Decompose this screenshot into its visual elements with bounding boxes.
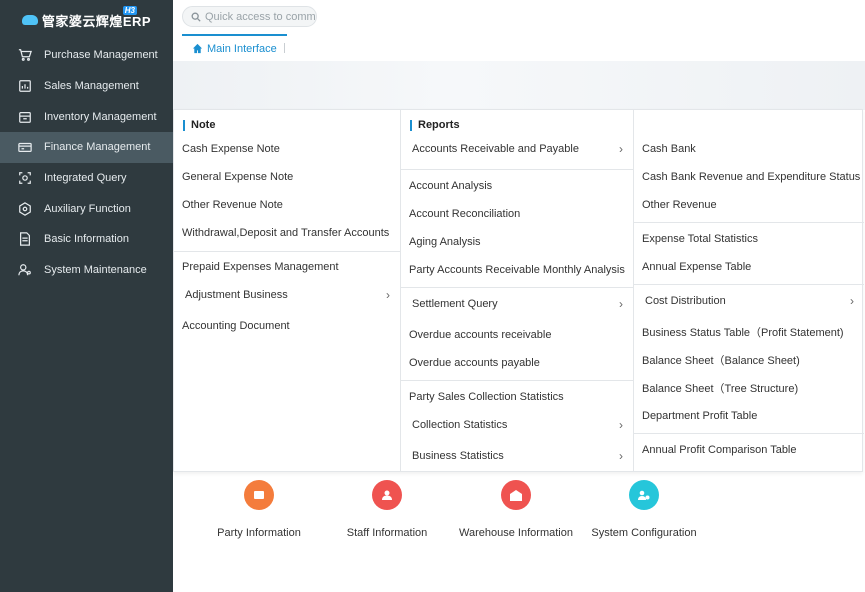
tab-divider: [284, 43, 285, 53]
chevron-right-icon: ›: [619, 418, 623, 432]
menu-item-account-analysis[interactable]: Account Analysis: [409, 176, 623, 196]
party-info-icon: [244, 480, 274, 510]
menu-item-aging-analysis[interactable]: Aging Analysis: [409, 232, 623, 252]
staff-info-icon: [372, 480, 402, 510]
menu-item-prepaid-expenses[interactable]: Prepaid Expenses Management: [182, 257, 390, 277]
menu-column-reports: Reports Accounts Receivable and Payable ›…: [401, 110, 634, 471]
quick-access-label: Warehouse Information: [459, 527, 573, 539]
menu-item-cash-expense-note[interactable]: Cash Expense Note: [182, 139, 390, 159]
menu-item-accounting-document[interactable]: Accounting Document: [182, 316, 390, 336]
chevron-right-icon: ›: [619, 297, 623, 311]
sidebar-item-label: Basic Information: [44, 233, 129, 246]
menu-divider: [401, 169, 633, 170]
search-box[interactable]: [182, 6, 317, 27]
finance-dropdown-menu: Note Cash Expense Note General Expense N…: [173, 109, 864, 472]
quick-access-warehouse-information[interactable]: Warehouse Information: [456, 480, 576, 539]
menu-item-account-reconciliation[interactable]: Account Reconciliation: [409, 204, 623, 224]
sidebar-item-auxiliary[interactable]: Auxiliary Function: [0, 193, 173, 224]
tab-bar: Main Interface: [173, 34, 865, 61]
menu-item-business-status-table[interactable]: Business Status Table（Profit Statement): [642, 322, 854, 342]
menu-column-note: Note Cash Expense Note General Expense N…: [174, 110, 401, 471]
menu-item-cash-bank[interactable]: Cash Bank: [642, 139, 854, 159]
quick-access-label: Staff Information: [346, 527, 428, 539]
menu-item-annual-profit-comparison[interactable]: Annual Profit Comparison Table: [642, 440, 854, 460]
menu-divider: [634, 433, 864, 434]
menu-item-party-ar-monthly[interactable]: Party Accounts Receivable Monthly Analys…: [409, 260, 625, 280]
menu-item-expense-total-statistics[interactable]: Expense Total Statistics: [642, 229, 854, 249]
sidebar-item-finance[interactable]: Finance Management: [0, 132, 173, 163]
quick-access-party-information[interactable]: Party Information: [199, 480, 319, 539]
logo-badge: H3: [122, 6, 137, 15]
cart-icon: [17, 47, 33, 63]
inventory-box-icon: [17, 109, 33, 125]
sidebar-item-label: Auxiliary Function: [44, 202, 131, 215]
section-header-reports: Reports: [410, 119, 460, 131]
sidebar-item-label: Sales Management: [44, 80, 139, 93]
quick-access-label: System Configuration: [591, 527, 697, 539]
sidebar-item-query[interactable]: Integrated Query: [0, 163, 173, 194]
menu-item-settlement-query[interactable]: Settlement Query ›: [412, 294, 623, 314]
menu-divider: [401, 287, 633, 288]
finance-card-icon: [17, 139, 33, 155]
search-input[interactable]: [205, 10, 315, 23]
menu-divider: [634, 222, 864, 223]
document-icon: [17, 231, 33, 247]
menu-item-party-sales-collection[interactable]: Party Sales Collection Statistics: [409, 387, 623, 407]
menu-item-business-statistics[interactable]: Business Statistics ›: [412, 446, 623, 466]
quick-access-label: Party Information: [217, 527, 301, 539]
menu-item-withdrawal-deposit-transfer[interactable]: Withdrawal,Deposit and Transfer Accounts: [182, 223, 390, 243]
menu-item-overdue-payable[interactable]: Overdue accounts payable: [409, 353, 623, 373]
chevron-right-icon: ›: [386, 288, 390, 302]
warehouse-icon: [501, 480, 531, 510]
sidebar-item-label: Purchase Management: [44, 49, 158, 62]
menu-item-overdue-receivable[interactable]: Overdue accounts receivable: [409, 325, 623, 345]
quick-access-system-configuration[interactable]: System Configuration: [584, 480, 704, 539]
sidebar-item-label: System Maintenance: [44, 264, 147, 277]
menu-item-collection-statistics[interactable]: Collection Statistics ›: [412, 415, 623, 435]
home-icon: [192, 43, 203, 54]
menu-item-balance-sheet[interactable]: Balance Sheet（Balance Sheet): [642, 350, 854, 370]
sidebar-item-label: Finance Management: [44, 141, 151, 154]
menu-divider: [401, 380, 633, 381]
tab-main-interface[interactable]: Main Interface: [182, 34, 287, 61]
menu-item-adjustment-business[interactable]: Adjustment Business ›: [185, 285, 390, 305]
top-bar: [173, 0, 865, 34]
chevron-right-icon: ›: [619, 449, 623, 463]
query-scan-icon: [17, 170, 33, 186]
sidebar-item-label: Inventory Management: [44, 110, 157, 123]
sidebar-item-purchase[interactable]: Purchase Management: [0, 40, 173, 71]
sidebar-item-basic-info[interactable]: Basic Information: [0, 224, 173, 255]
menu-column-statistics: Cash Bank Cash Bank Revenue and Expendit…: [634, 110, 864, 471]
menu-item-accounts-receivable-payable[interactable]: Accounts Receivable and Payable ›: [412, 139, 623, 159]
tab-label: Main Interface: [207, 42, 277, 55]
quick-access-staff-information[interactable]: Staff Information: [327, 480, 447, 539]
hexagon-gear-icon: [17, 201, 33, 217]
sidebar-item-system-maintenance[interactable]: System Maintenance: [0, 255, 173, 286]
menu-item-cash-bank-revenue[interactable]: Cash Bank Revenue and Expenditure Status: [642, 167, 860, 187]
menu-item-general-expense-note[interactable]: General Expense Note: [182, 167, 390, 187]
menu-divider: [174, 251, 400, 252]
hero-banner: [173, 61, 865, 110]
menu-item-balance-sheet-tree[interactable]: Balance Sheet（Tree Structure): [642, 378, 854, 398]
section-header-note: Note: [183, 119, 215, 131]
menu-item-other-revenue-note[interactable]: Other Revenue Note: [182, 195, 390, 215]
system-config-icon: [629, 480, 659, 510]
app-logo[interactable]: 管家婆云辉煌ERP H3: [0, 0, 173, 40]
menu-item-annual-expense-table[interactable]: Annual Expense Table: [642, 257, 854, 277]
menu-item-other-revenue[interactable]: Other Revenue: [642, 195, 854, 215]
menu-divider: [634, 284, 864, 285]
sidebar: 管家婆云辉煌ERP H3 Purchase Management Sales M…: [0, 0, 173, 592]
sidebar-item-label: Integrated Query: [44, 172, 127, 185]
user-gear-icon: [17, 262, 33, 278]
cloud-logo-icon: [21, 15, 38, 25]
menu-item-department-profit-table[interactable]: Department Profit Table: [642, 406, 854, 426]
chevron-right-icon: ›: [850, 294, 854, 308]
menu-item-cost-distribution[interactable]: Cost Distribution ›: [645, 291, 854, 311]
sidebar-item-inventory[interactable]: Inventory Management: [0, 101, 173, 132]
search-icon: [191, 12, 201, 22]
sidebar-item-sales[interactable]: Sales Management: [0, 71, 173, 102]
chevron-right-icon: ›: [619, 142, 623, 156]
sales-chart-icon: [17, 78, 33, 94]
